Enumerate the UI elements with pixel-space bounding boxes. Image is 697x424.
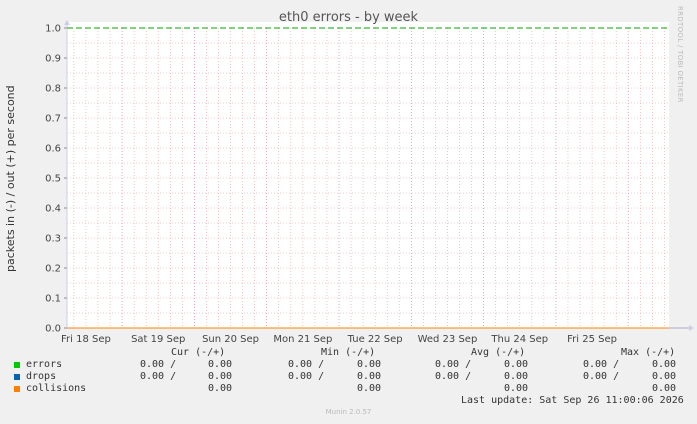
- legend-value: 0.00: [504, 371, 529, 382]
- legend-value: 0.00: [652, 383, 677, 394]
- legend-value: 0.00: [652, 359, 677, 370]
- legend-value: 0.00: [652, 371, 677, 382]
- legend-value: 0.00: [357, 383, 382, 394]
- legend-header-cur: Cur (-/+): [171, 347, 226, 358]
- legend-value: 0.00 /: [435, 359, 472, 370]
- legend-swatch-drops: [14, 374, 20, 380]
- legend-label: errors: [26, 359, 63, 370]
- legend-value: 0.00 /: [583, 359, 620, 370]
- legend-table: Cur (-/+) Min (-/+) Avg (-/+) Max (-/+) …: [0, 0, 697, 424]
- legend-value: 0.00: [208, 371, 233, 382]
- legend-header-max: Max (-/+): [621, 347, 676, 358]
- legend-value: 0.00 /: [288, 359, 325, 370]
- munin-version: Munin 2.0.57: [325, 408, 372, 416]
- legend-value: 0.00: [504, 383, 529, 394]
- legend-value: 0.00: [504, 359, 529, 370]
- legend-label: drops: [26, 371, 57, 382]
- legend-value: 0.00 /: [288, 371, 325, 382]
- legend-label: collisions: [26, 383, 87, 394]
- legend-value: 0.00 /: [435, 371, 472, 382]
- legend-swatch-collisions: [14, 386, 20, 392]
- legend-value: 0.00 /: [583, 371, 620, 382]
- legend-header-min: Min (-/+): [321, 347, 376, 358]
- last-update: Last update: Sat Sep 26 11:00:06 2026: [461, 395, 684, 406]
- legend-value: 0.00: [357, 371, 382, 382]
- legend-swatch-errors: [14, 362, 20, 368]
- legend-value: 0.00 /: [140, 371, 177, 382]
- legend-value: 0.00: [208, 383, 233, 394]
- legend-value: 0.00: [208, 359, 233, 370]
- legend-value: 0.00 /: [140, 359, 177, 370]
- legend-header-avg: Avg (-/+): [471, 347, 526, 358]
- legend-value: 0.00: [357, 359, 382, 370]
